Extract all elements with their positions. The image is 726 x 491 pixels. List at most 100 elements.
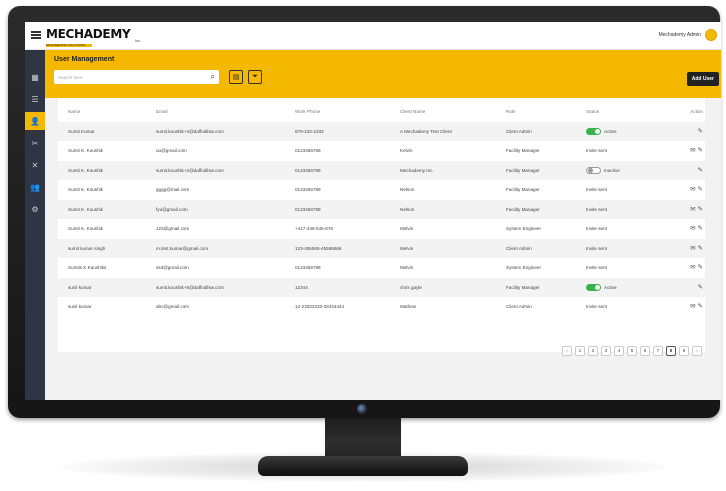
avatar[interactable] (705, 29, 717, 41)
edit-icon[interactable]: ✎ (698, 258, 703, 278)
sidebar-item-6[interactable]: ⚙ (25, 200, 45, 218)
page-button[interactable]: 8 (666, 346, 676, 356)
column-header-phone[interactable]: Work Phone (295, 102, 395, 122)
cell-email: sumit.koushik+4@daffodilsw.com (156, 128, 224, 134)
resend-invite-icon[interactable]: ✉ (690, 297, 695, 317)
status-label: Inactive (604, 167, 620, 173)
sidebar-item-0[interactable]: ▦ (25, 68, 45, 86)
cell-email: ssd@gmail.com (156, 265, 189, 270)
pagination: ‹ 1 2 3 4 5 6 7 8 9 › (559, 346, 702, 356)
cell-client: Melvin (400, 265, 414, 270)
edit-icon[interactable]: ✎ (698, 161, 703, 181)
search-input[interactable] (58, 72, 198, 82)
add-user-button[interactable]: Add User (686, 72, 719, 86)
table-row[interactable]: Sumit Kumar sumit.koushik+4@daffodilsw.co… (58, 121, 705, 142)
sidebar-item-1[interactable]: ☰ (25, 90, 45, 108)
edit-icon[interactable]: ✎ (698, 278, 703, 298)
users-icon: 👥 (30, 182, 40, 192)
page-button[interactable]: 6 (640, 346, 650, 356)
page-button[interactable]: 3 (601, 346, 611, 356)
sidebar-item-3[interactable]: ✂ (25, 134, 45, 152)
logo-suffix: Inc. (134, 38, 142, 43)
resend-invite-icon[interactable]: ✉ (690, 200, 695, 220)
column-header-email[interactable]: Email (156, 102, 286, 122)
cell-name: Sumit K. Koushik (68, 148, 103, 153)
edit-icon[interactable]: ✎ (698, 200, 703, 220)
export-button[interactable]: ▤ (229, 70, 243, 84)
page-button[interactable]: 2 (588, 346, 598, 356)
cell-client: Mechademy Inc. (400, 167, 434, 173)
edit-icon[interactable]: ✎ (698, 122, 703, 142)
sidebar-item-4[interactable]: ✕ (25, 156, 45, 174)
sidebar-item-5[interactable]: 👥 (25, 178, 45, 196)
next-page-button[interactable]: › (692, 346, 702, 356)
cell-action: ✉ ✎ (677, 141, 703, 161)
cell-client: A Mechademy Test Client (400, 128, 452, 134)
cell-role: Facility Manager (506, 148, 540, 153)
table-row[interactable]: Sumits K Kaushiks ssd@gmail.com 0123456789… (58, 258, 705, 278)
cell-client: Mathew (400, 304, 417, 309)
column-header-client[interactable]: Client Name (400, 102, 500, 122)
table-row[interactable]: Sumit K. Koushik uu@gmail.com 0123456789 Ke… (58, 141, 705, 161)
column-header-name[interactable]: Name (68, 102, 148, 122)
page-button[interactable]: 7 (653, 346, 663, 356)
filter-button[interactable]: ⏷ (248, 70, 262, 84)
page-button[interactable]: 1 (575, 346, 585, 356)
edit-icon[interactable]: ✎ (698, 219, 703, 239)
status-toggle[interactable] (586, 283, 601, 291)
list-icon: ☰ (31, 94, 39, 104)
edit-icon[interactable]: ✎ (698, 141, 703, 161)
cell-email: abc@gmail.com (156, 304, 190, 309)
table-row[interactable]: sunil kumar abc@gmail.com 12-23333333-3344… (58, 297, 705, 317)
edit-icon[interactable]: ✎ (698, 239, 703, 259)
resend-invite-icon[interactable]: ✉ (690, 180, 695, 200)
column-header-status[interactable]: Status (586, 102, 666, 122)
resend-invite-icon[interactable]: ✉ (690, 141, 695, 161)
cell-client: Kelvin (400, 148, 413, 153)
cell-action: ✉ ✎ (677, 258, 703, 278)
edit-icon[interactable]: ✎ (698, 180, 703, 200)
status-toggle[interactable] (586, 127, 601, 135)
cell-email: uu@gmail.com (156, 148, 187, 153)
page-button[interactable]: 9 (679, 346, 689, 356)
prev-page-button[interactable]: ‹ (562, 346, 572, 356)
menu-icon[interactable] (31, 31, 41, 39)
table-row[interactable]: Sumit K. Koushik 123@gmail.com +417-448-54… (58, 219, 705, 239)
column-header-role[interactable]: Role (506, 102, 586, 122)
filter-icon: ⏷ (252, 73, 258, 80)
resend-invite-icon[interactable]: ✉ (690, 219, 695, 239)
cell-status: Invite sent (586, 258, 666, 278)
cell-name: Sumit K. Koushik (68, 226, 103, 231)
cell-phone: 0123456789 (295, 187, 321, 192)
table-row[interactable]: sunil kumar sumit.koushik+5@daffodilsw.co… (58, 277, 705, 298)
cell-email: gggg@mail.com (156, 187, 190, 192)
page-button[interactable]: 4 (614, 346, 624, 356)
edit-icon[interactable]: ✎ (698, 297, 703, 317)
table-icon: ▤ (232, 74, 240, 81)
close-icon: ✕ (31, 160, 39, 170)
table-row[interactable]: sumit kumar singh m.test.kumar@gmail.com 1… (58, 238, 705, 259)
table-row[interactable]: Sumit K. Koushik fyu@gmail.com 0123456789 N… (58, 199, 705, 220)
app-screen: MECHADEMY Inc. ENGINEERING SOLUTIONS Mec… (25, 22, 721, 400)
cell-email: sumit.koushik+5@daffodilsw.com (156, 284, 224, 290)
page-button[interactable]: 5 (627, 346, 637, 356)
user-name[interactable]: Mechademy Admin (658, 32, 701, 38)
search-box[interactable]: ⌕ (54, 70, 219, 84)
cell-status: Invite sent (586, 200, 666, 220)
cell-action: ✎ (677, 278, 703, 298)
table-row[interactable]: Sumit K. Koushik sumit.koushik+2@daffodil… (58, 160, 705, 181)
sidebar-item-2[interactable]: 👤 (25, 112, 45, 130)
status-label: Active (604, 284, 617, 290)
cell-role: Facility Manager (506, 284, 540, 290)
resend-invite-icon[interactable]: ✉ (690, 258, 695, 278)
search-icon[interactable]: ⌕ (211, 72, 215, 82)
cell-client: Nelson (400, 206, 415, 212)
cell-role: Facility Manager (506, 206, 540, 212)
status-toggle[interactable] (586, 166, 601, 174)
cell-name: Sumit K. Koushik (68, 187, 103, 192)
cell-name: Sumit K. Koushik (68, 206, 103, 212)
cell-phone: 0123456789 (295, 206, 321, 212)
resend-invite-icon[interactable]: ✉ (690, 239, 695, 259)
table-row[interactable]: Sumit K. Koushik gggg@mail.com 0123456789 N… (58, 180, 705, 200)
cell-action: ✎ (677, 161, 703, 181)
